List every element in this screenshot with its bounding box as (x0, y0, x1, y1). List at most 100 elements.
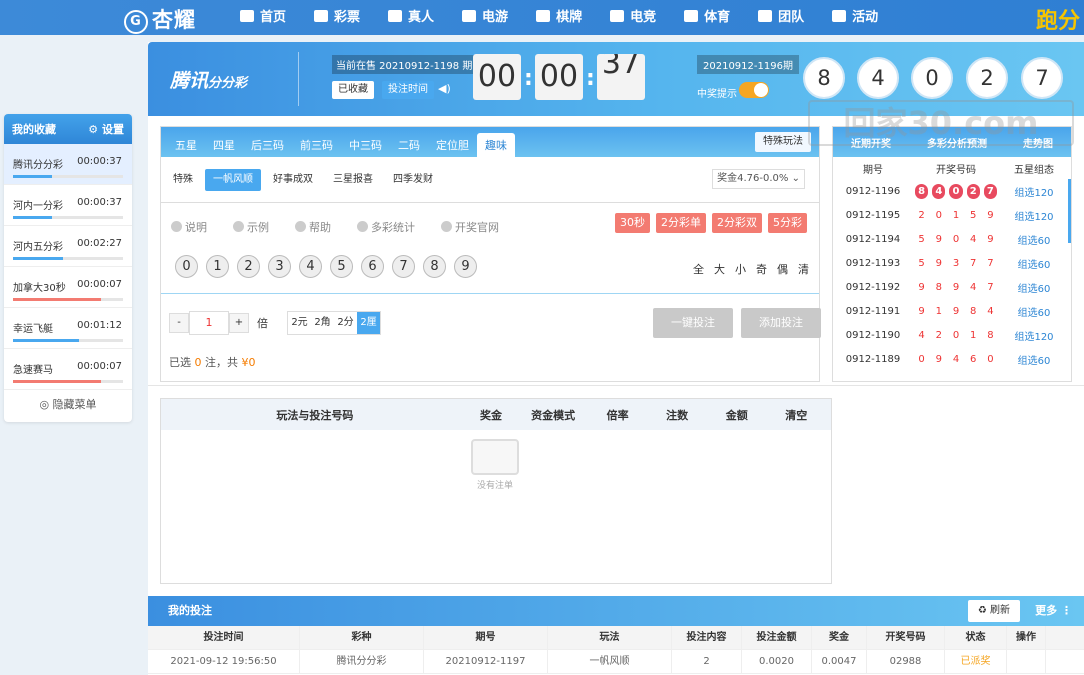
quick-big[interactable]: 大 (714, 261, 725, 277)
refresh-button[interactable]: ♻ 刷新 (967, 600, 1020, 622)
unit-jiao[interactable]: 2角 (311, 312, 334, 334)
countdown-bar (13, 175, 123, 178)
number-ball[interactable]: 7 (392, 255, 415, 278)
tab-fun[interactable]: 趣味 (477, 133, 515, 157)
mode-5min[interactable]: 5分彩 (768, 213, 807, 233)
unit-fen[interactable]: 2分 (334, 312, 357, 334)
settings-button[interactable]: ⚙ 设置 (88, 121, 124, 137)
quick-odd[interactable]: 奇 (756, 261, 767, 277)
draw-digit: 0 (952, 329, 960, 341)
subtab-siji[interactable]: 四季发财 (385, 169, 441, 191)
tab-last-three[interactable]: 后三码 (243, 133, 292, 157)
history-row: 0912-1189 0 9 4 6 0 组选60 (845, 353, 1051, 367)
nav-sports[interactable]: 体育 (684, 0, 730, 35)
tab-trend[interactable]: 走势图 (1023, 135, 1053, 150)
quick-all[interactable]: 全 (693, 261, 704, 277)
favorite-item[interactable]: 加拿大30秒 00:00:07 (4, 267, 132, 308)
draw-digit: 9 (935, 353, 942, 365)
tab-recent-draws[interactable]: 近期开奖 (851, 135, 891, 150)
draw-digit: 4 (970, 281, 977, 293)
number-ball[interactable]: 1 (206, 255, 229, 278)
subtab-haoshi[interactable]: 好事成双 (265, 169, 321, 191)
plus-button[interactable]: + (229, 313, 249, 333)
nav-live[interactable]: 真人 (388, 0, 434, 35)
odds-select[interactable]: 奖金4.76-0.0% ⌄ (712, 169, 805, 189)
globe-icon (441, 221, 452, 232)
main-nav: 首页 彩票 真人 电游 棋牌 电竞 体育 团队 活动 (240, 0, 906, 35)
subtab-special[interactable]: 特殊 (165, 169, 201, 191)
draw-digit: 5 (970, 209, 977, 221)
number-ball[interactable]: 3 (268, 255, 291, 278)
paofen-link[interactable]: 跑分 (1036, 3, 1080, 35)
multiplier-input[interactable]: 1 (189, 311, 229, 335)
number-ball[interactable]: 4 (299, 255, 322, 278)
prize-hint-toggle[interactable] (739, 82, 769, 98)
favorite-item[interactable]: 河内一分彩 00:00:37 (4, 185, 132, 226)
empty-state: 没有注单 (471, 439, 519, 491)
draw-digit: 7 (970, 257, 977, 269)
tab-first-three[interactable]: 前三码 (292, 133, 341, 157)
draw-digit: 0 (949, 183, 963, 199)
one-click-bet-button[interactable]: 一键投注 (653, 308, 733, 338)
site-logo[interactable]: G 杏耀 (124, 4, 196, 34)
official-link[interactable]: 开奖官网 (441, 219, 512, 235)
draw-digit: 9 (987, 209, 994, 221)
subtab-yifan[interactable]: 一帆风顺 (205, 168, 261, 191)
draw-digit: 7 (983, 183, 998, 199)
favorited-button[interactable]: 已收藏 (332, 81, 374, 99)
nav-esports[interactable]: 电竞 (610, 0, 656, 35)
favorite-item[interactable]: 急速赛马 00:00:07 (4, 349, 132, 390)
trophy-icon (684, 10, 699, 22)
nav-slots[interactable]: 电游 (462, 0, 508, 35)
tab-analysis[interactable]: 多彩分析预测 (927, 135, 987, 150)
explain-link[interactable]: 说明 (171, 219, 220, 235)
scrollbar[interactable] (1068, 179, 1071, 243)
clear-cart-button[interactable]: 清空 (762, 407, 831, 423)
lottery-icon (314, 10, 329, 22)
hide-menu-button[interactable]: ◎ 隐藏菜单 (4, 390, 132, 420)
mode-2min-odd[interactable]: 2分彩单 (656, 213, 706, 233)
number-ball[interactable]: 5 (330, 255, 353, 278)
unit-li[interactable]: 2厘 (357, 312, 380, 334)
tab-position[interactable]: 定位胆 (428, 133, 477, 157)
number-ball[interactable]: 9 (454, 255, 477, 278)
add-bet-button[interactable]: 添加投注 (741, 308, 821, 338)
table-row[interactable]: 2021-09-12 19:56:50 腾讯分分彩 20210912-1197 一帆风… (148, 649, 1084, 674)
bet-time-button[interactable]: 投注时间 (382, 81, 434, 99)
nav-activity[interactable]: 活动 (832, 0, 878, 35)
example-link[interactable]: 示例 (233, 219, 282, 235)
nav-lottery[interactable]: 彩票 (314, 0, 360, 35)
number-ball[interactable]: 0 (175, 255, 198, 278)
mode-30s[interactable]: 30秒 (615, 213, 650, 233)
mode-2min-even[interactable]: 2分彩双 (712, 213, 762, 233)
nav-team[interactable]: 团队 (758, 0, 804, 35)
tab-five-star[interactable]: 五星 (167, 133, 205, 157)
tab-two-code[interactable]: 二码 (390, 133, 428, 157)
nav-cards[interactable]: 棋牌 (536, 0, 582, 35)
sound-icon[interactable]: ◀) (438, 82, 451, 95)
subtab-sanxing[interactable]: 三星报喜 (325, 169, 381, 191)
number-ball[interactable]: 6 (361, 255, 384, 278)
tab-middle-three[interactable]: 中三码 (341, 133, 390, 157)
cart-header: 玩法与投注号码 奖金 资金模式 倍率 注数 金额 清空 (161, 399, 831, 430)
nav-home[interactable]: 首页 (240, 0, 286, 35)
unit-yuan[interactable]: 2元 (288, 312, 311, 334)
stats-link[interactable]: 多彩统计 (357, 219, 428, 235)
draw-digit: 9 (935, 233, 942, 245)
quick-even[interactable]: 偶 (777, 261, 788, 277)
number-ball[interactable]: 8 (423, 255, 446, 278)
special-play-button[interactable]: 特殊玩法 (755, 132, 811, 152)
favorite-item[interactable]: 腾讯分分彩 00:00:37 (4, 144, 132, 185)
quick-small[interactable]: 小 (735, 261, 746, 277)
favorite-item[interactable]: 幸运飞艇 00:01:12 (4, 308, 132, 349)
column-header: 开奖号码 (867, 625, 945, 650)
tab-four-star[interactable]: 四星 (205, 133, 243, 157)
number-ball[interactable]: 2 (237, 255, 260, 278)
quick-clear[interactable]: 清 (798, 261, 809, 277)
table-cell: 2 (672, 649, 742, 674)
help-link[interactable]: 帮助 (295, 219, 344, 235)
favorite-item[interactable]: 河内五分彩 00:02:27 (4, 226, 132, 267)
history-header: 期号 开奖号码 五星组态 (863, 164, 1054, 176)
minus-button[interactable]: - (169, 313, 189, 333)
more-button[interactable]: 更多 ⋮ (1035, 596, 1072, 626)
